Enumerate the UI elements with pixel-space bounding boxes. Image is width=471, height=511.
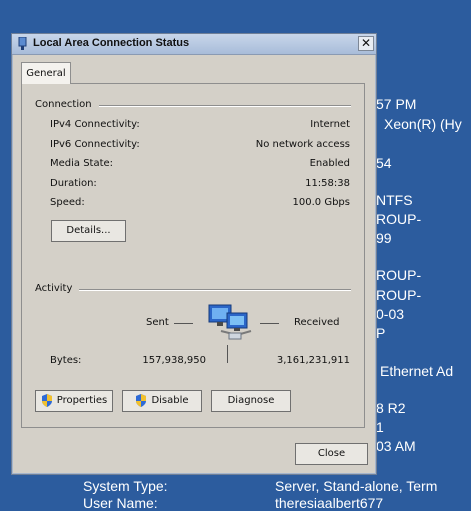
desktop-line: Xeon(R) (Hy <box>384 116 462 132</box>
network-adapter-icon <box>18 37 27 50</box>
desktop-line: Ethernet Ad <box>380 363 454 379</box>
ipv6-value: No network access <box>255 139 350 150</box>
user-name-label: User Name: <box>83 495 158 511</box>
media-state-label: Media State: <box>50 158 114 169</box>
properties-label: Properties <box>56 395 108 406</box>
details-button[interactable]: Details... <box>51 220 126 242</box>
ipv6-label: IPv6 Connectivity: <box>50 139 140 150</box>
desktop-line: P <box>376 325 386 341</box>
title-bar[interactable]: Local Area Connection Status ✕ <box>12 34 376 55</box>
system-type-label: System Type: <box>83 478 168 494</box>
desktop-line: ROUP- <box>376 267 422 283</box>
bytes-received-value: 3,161,231,911 <box>276 355 350 366</box>
ipv4-value: Internet <box>310 119 350 130</box>
disable-button[interactable]: Disable <box>122 390 202 412</box>
divider <box>99 105 351 107</box>
disable-label: Disable <box>151 395 189 406</box>
desktop-line: 99 <box>376 230 392 246</box>
desktop-line: 0-03 <box>376 306 405 322</box>
system-type-value: Server, Stand-alone, Term <box>275 478 438 494</box>
properties-button[interactable]: Properties <box>35 390 113 412</box>
speed-value: 100.0 Gbps <box>292 197 350 208</box>
speed-label: Speed: <box>50 197 85 208</box>
dialog-title: Local Area Connection Status <box>33 37 190 49</box>
tab-general[interactable]: General <box>21 62 71 84</box>
desktop-line: 57 PM <box>376 96 417 112</box>
duration-value: 11:58:38 <box>305 178 350 189</box>
general-panel: Connection IPv4 Connectivity: Internet I… <box>21 83 365 428</box>
shield-icon <box>136 393 147 407</box>
network-computers-icon <box>208 304 252 340</box>
desktop-line: NTFS <box>376 192 413 208</box>
desktop-line: 03 AM <box>376 438 416 454</box>
ipv4-label: IPv4 Connectivity: <box>50 119 140 130</box>
divider <box>79 289 351 291</box>
desktop-line: 54 <box>376 155 392 171</box>
user-name-value: theresiaalbert677 <box>275 495 384 511</box>
sent-label: Sent <box>146 317 169 328</box>
connection-group-title: Connection <box>35 99 92 110</box>
close-icon[interactable]: ✕ <box>358 36 374 51</box>
desktop-line: 8 R2 <box>376 400 406 416</box>
diagnose-button[interactable]: Diagnose <box>211 390 291 412</box>
close-button[interactable]: Close <box>295 443 368 465</box>
media-state-value: Enabled <box>309 158 350 169</box>
desktop-line: ROUP- <box>376 211 422 227</box>
duration-label: Duration: <box>50 178 97 189</box>
divider <box>227 345 228 363</box>
connection-status-dialog: Local Area Connection Status ✕ General C… <box>11 33 377 475</box>
received-label: Received <box>294 317 340 328</box>
desktop-line: ROUP- <box>376 287 422 303</box>
desktop-line: 1 <box>376 419 384 435</box>
shield-icon <box>41 393 52 407</box>
activity-group-title: Activity <box>35 283 73 294</box>
received-line <box>260 323 279 324</box>
bytes-label: Bytes: <box>50 355 82 366</box>
sent-line <box>174 323 193 324</box>
bytes-sent-value: 157,938,950 <box>142 355 206 366</box>
